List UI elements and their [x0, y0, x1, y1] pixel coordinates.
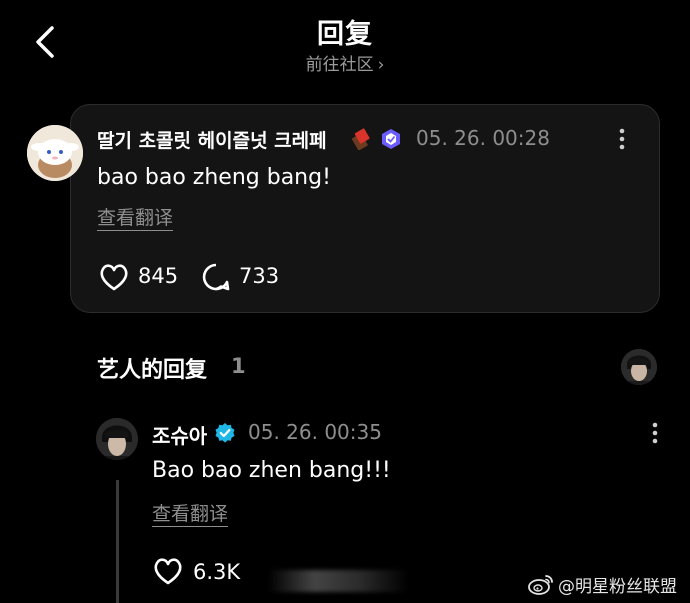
commenter-avatar[interactable]	[27, 125, 83, 181]
go-to-community-label: 前往社区	[305, 55, 374, 75]
blurred-watermark	[268, 570, 408, 592]
artist-avatar-small[interactable]	[621, 349, 657, 385]
chocolate-bar-icon	[351, 128, 370, 150]
reply-count: 733	[239, 264, 280, 288]
artist-avatar[interactable]	[96, 418, 138, 460]
verified-check-icon	[215, 423, 235, 443]
artist-replies-count: 1	[231, 354, 246, 378]
reply-bubble-icon[interactable]	[201, 262, 231, 292]
heart-icon[interactable]	[152, 556, 184, 586]
cinnamoroll-avatar-icon	[27, 125, 83, 181]
heart-icon[interactable]	[98, 262, 130, 292]
like-count: 6.3K	[193, 560, 241, 584]
comment-text: bao bao zheng bang!	[97, 165, 331, 190]
reply-page: 回复 前往社区 › 딸기 초콜릿 헤이즐넛 크레페 05. 26. 00:28 b…	[0, 0, 690, 603]
reply-text: Bao bao zhen bang!!!	[152, 458, 391, 483]
artist-name[interactable]: 조슈아	[152, 420, 207, 449]
translate-button[interactable]: 查看翻译	[97, 206, 174, 231]
go-to-community-link[interactable]: 前往社区 ›	[0, 50, 690, 75]
weibo-logo-icon	[528, 575, 553, 595]
watermark-text: @明星粉丝联盟	[558, 577, 677, 597]
artist-photo-icon	[621, 349, 657, 385]
chevron-right-icon: ›	[377, 55, 385, 75]
artist-photo-icon	[96, 418, 138, 460]
commenter-name[interactable]: 딸기 초콜릿 헤이즐넛 크레페	[97, 126, 327, 153]
membership-badge-icon	[382, 129, 400, 149]
like-count: 845	[138, 264, 179, 288]
comment-timestamp: 05. 26. 00:28	[416, 126, 550, 150]
artist-replies-heading: 艺人的回复	[97, 358, 208, 383]
translate-button[interactable]: 查看翻译	[152, 502, 229, 527]
more-options-icon[interactable]	[614, 126, 630, 152]
more-options-icon[interactable]	[647, 420, 663, 446]
page-title: 回复	[317, 19, 373, 50]
reply-timestamp: 05. 26. 00:35	[248, 420, 382, 444]
thread-line	[116, 480, 119, 603]
